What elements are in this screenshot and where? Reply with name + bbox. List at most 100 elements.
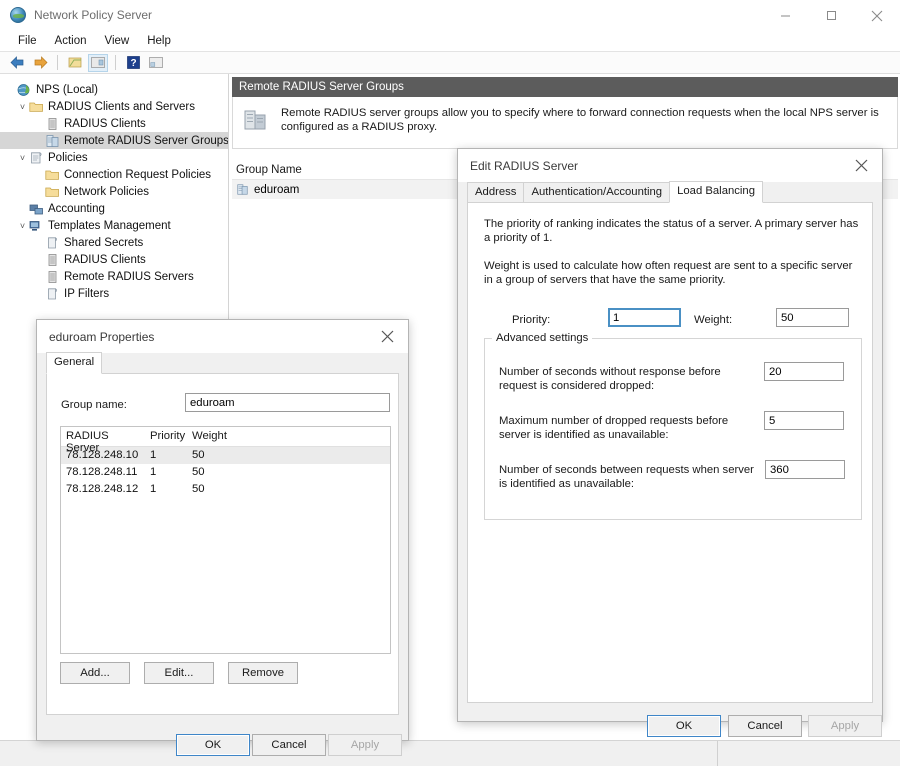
server-stack-icon bbox=[243, 106, 271, 134]
tree-node-nps-local[interactable]: NPS (Local) bbox=[0, 81, 228, 98]
cell-priority: 1 bbox=[150, 449, 157, 461]
globe-icon bbox=[10, 7, 26, 23]
window-title: Network Policy Server bbox=[34, 8, 153, 22]
cell-priority: 1 bbox=[150, 483, 157, 495]
dialog-title-bar: Edit RADIUS Server bbox=[458, 149, 882, 182]
close-icon[interactable] bbox=[840, 149, 882, 182]
tree-node-label: Remote RADIUS Servers bbox=[64, 270, 194, 283]
tree-node-label: IP Filters bbox=[64, 287, 110, 300]
tree-node-radius-clients[interactable]: RADIUS Clients bbox=[0, 115, 228, 132]
description-panel: Remote RADIUS server groups allow you to… bbox=[232, 97, 898, 149]
edit-radius-server-dialog: Edit RADIUS Server Address Authenticatio… bbox=[457, 148, 883, 737]
ip-filter-icon bbox=[45, 287, 60, 301]
nps-globe-icon bbox=[17, 83, 32, 97]
tree-node-label: NPS (Local) bbox=[36, 83, 98, 96]
tree-node-label: RADIUS Clients bbox=[64, 117, 146, 130]
max-dropped-requests-label: Maximum number of dropped requests befor… bbox=[499, 415, 729, 441]
tree-node-templates-management[interactable]: ˅ Templates Management bbox=[0, 217, 228, 234]
chevron-down-icon[interactable]: ˅ bbox=[16, 221, 29, 231]
priority-description-text: The priority of ranking indicates the st… bbox=[484, 218, 859, 244]
max-dropped-requests-field[interactable]: 5 bbox=[764, 411, 844, 430]
dialog-body: General Group name: eduroam RADIUS Serve… bbox=[37, 352, 408, 756]
chevron-down-icon[interactable]: ˅ bbox=[16, 102, 29, 112]
radius-servers-list[interactable]: RADIUS Server Priority Weight 78.128.248… bbox=[60, 426, 391, 654]
menu-bar: File Action View Help bbox=[0, 31, 900, 52]
tree-node-ip-filters[interactable]: IP Filters bbox=[0, 285, 228, 302]
add-button[interactable]: Add... bbox=[60, 662, 130, 684]
menu-file[interactable]: File bbox=[9, 33, 46, 49]
tree-node-label: Network Policies bbox=[64, 185, 149, 198]
tree-node-connection-request-policies[interactable]: Connection Request Policies bbox=[0, 166, 228, 183]
toolbar-separator-2 bbox=[115, 55, 116, 70]
folder-icon bbox=[29, 100, 44, 114]
ok-button[interactable]: OK bbox=[647, 715, 721, 737]
tree-node-network-policies[interactable]: Network Policies bbox=[0, 183, 228, 200]
server-icon bbox=[45, 253, 60, 267]
tree-node-radius-clients-and-servers[interactable]: ˅ RADIUS Clients and Servers bbox=[0, 98, 228, 115]
show-hide-tree-icon[interactable] bbox=[65, 54, 85, 72]
tab-address[interactable]: Address bbox=[467, 182, 525, 202]
seconds-without-response-label: Number of seconds without response befor… bbox=[499, 366, 721, 392]
description-text: Remote RADIUS server groups allow you to… bbox=[281, 107, 879, 133]
cell-server: 78.128.248.10 bbox=[66, 449, 139, 461]
cell-server: 78.128.248.11 bbox=[66, 466, 138, 478]
export-list-icon[interactable] bbox=[146, 54, 166, 72]
menu-action[interactable]: Action bbox=[46, 33, 96, 49]
list-item-label: eduroam bbox=[254, 183, 300, 196]
dialog-title: Edit RADIUS Server bbox=[470, 158, 579, 173]
forward-arrow-icon[interactable] bbox=[30, 54, 50, 72]
advanced-settings-group: Advanced settings Number of seconds with… bbox=[484, 332, 862, 520]
eduroam-properties-dialog: eduroam Properties General Group name: e… bbox=[36, 319, 409, 756]
table-row[interactable]: 78.128.248.10 1 50 bbox=[61, 447, 390, 464]
seconds-without-response-field[interactable]: 20 bbox=[764, 362, 844, 381]
tree-node-remote-radius-server-groups[interactable]: Remote RADIUS Server Groups bbox=[0, 132, 228, 149]
server-group-icon bbox=[236, 183, 249, 196]
properties-icon[interactable] bbox=[88, 53, 108, 72]
ok-button[interactable]: OK bbox=[176, 734, 250, 756]
close-icon[interactable] bbox=[366, 320, 408, 353]
cell-priority: 1 bbox=[150, 466, 157, 478]
menu-view[interactable]: View bbox=[96, 33, 139, 49]
menu-help[interactable]: Help bbox=[138, 33, 180, 49]
remove-button[interactable]: Remove bbox=[228, 662, 298, 684]
seconds-between-requests-field[interactable]: 360 bbox=[765, 460, 845, 479]
weight-field[interactable]: 50 bbox=[776, 308, 849, 327]
cancel-button[interactable]: Cancel bbox=[252, 734, 326, 756]
group-name-field[interactable]: eduroam bbox=[185, 393, 390, 412]
tree-node-shared-secrets[interactable]: Shared Secrets bbox=[0, 234, 228, 251]
close-icon[interactable] bbox=[854, 0, 900, 31]
chevron-down-icon[interactable]: ˅ bbox=[16, 153, 29, 163]
minimize-icon[interactable] bbox=[762, 0, 808, 31]
apply-button: Apply bbox=[328, 734, 402, 756]
folder-icon bbox=[45, 185, 60, 199]
server-group-icon bbox=[45, 134, 60, 148]
tab-general[interactable]: General bbox=[46, 352, 103, 374]
tab-authentication-accounting[interactable]: Authentication/Accounting bbox=[523, 182, 671, 202]
tree-node-accounting[interactable]: Accounting bbox=[0, 200, 228, 217]
help-icon[interactable]: ? bbox=[123, 54, 143, 72]
column-header-priority[interactable]: Priority bbox=[145, 427, 187, 446]
list-header-row: RADIUS Server Priority Weight bbox=[61, 427, 390, 454]
templates-icon bbox=[29, 219, 44, 233]
table-row[interactable]: 78.128.248.11 1 50 bbox=[61, 464, 390, 481]
toolbar: ? bbox=[0, 52, 900, 74]
tab-panel-load-balancing: The priority of ranking indicates the st… bbox=[467, 203, 873, 703]
back-arrow-icon[interactable] bbox=[7, 54, 27, 72]
cancel-button[interactable]: Cancel bbox=[728, 715, 802, 737]
table-row[interactable]: 78.128.248.12 1 50 bbox=[61, 481, 390, 498]
column-header-radius-server[interactable]: RADIUS Server bbox=[61, 427, 145, 454]
seconds-between-requests-label: Number of seconds between requests when … bbox=[499, 464, 754, 490]
column-header-weight[interactable]: Weight bbox=[187, 427, 277, 446]
group-name-label: Group name: bbox=[61, 399, 127, 411]
priority-field[interactable]: 1 bbox=[608, 308, 681, 327]
tree-node-policies[interactable]: ˅ Policies bbox=[0, 149, 228, 166]
cell-weight: 50 bbox=[192, 466, 205, 478]
tab-load-balancing[interactable]: Load Balancing bbox=[669, 181, 763, 203]
tree-node-label: RADIUS Clients bbox=[64, 253, 146, 266]
tree-node-remote-radius-servers[interactable]: Remote RADIUS Servers bbox=[0, 268, 228, 285]
policy-icon bbox=[29, 151, 44, 165]
edit-button[interactable]: Edit... bbox=[144, 662, 214, 684]
tree-node-label: Shared Secrets bbox=[64, 236, 144, 249]
tree-node-templates-radius-clients[interactable]: RADIUS Clients bbox=[0, 251, 228, 268]
maximize-icon[interactable] bbox=[808, 0, 854, 31]
